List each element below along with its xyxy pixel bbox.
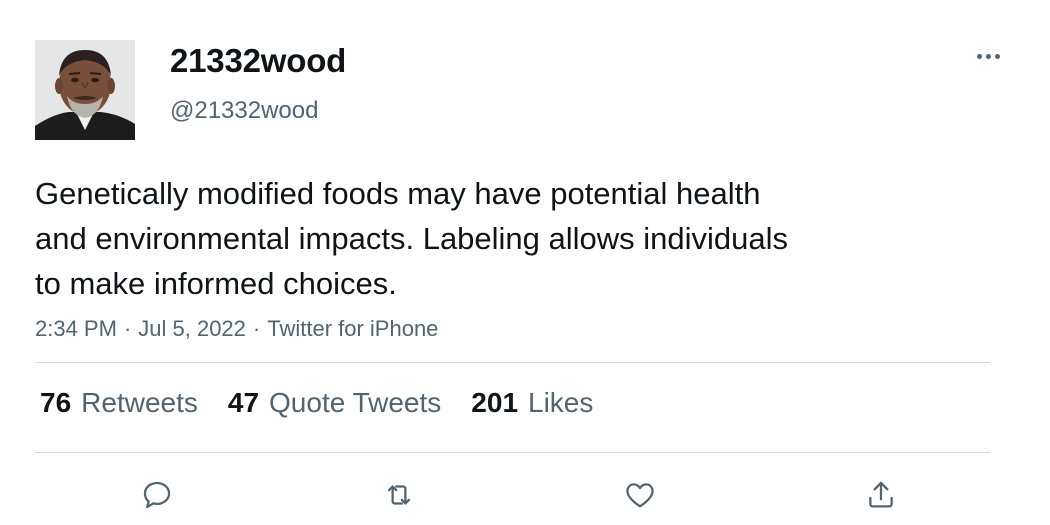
tweet-stats: 76 Retweets 47 Quote Tweets 201 Likes: [40, 387, 623, 421]
meta-separator: ·: [252, 316, 261, 341]
tweet-card: 21332wood @21332wood Genetically modifie…: [0, 0, 1050, 525]
reply-button[interactable]: [134, 472, 180, 518]
action-bar: [0, 472, 1050, 518]
tweet-date[interactable]: Jul 5, 2022: [138, 316, 246, 341]
share-icon: [869, 481, 893, 508]
quote-tweets-count: 47: [227, 387, 260, 418]
reply-icon: [143, 481, 171, 509]
user-handle[interactable]: @21332wood: [170, 97, 318, 125]
likes-label: Likes: [528, 387, 594, 418]
retweet-icon: [387, 485, 411, 505]
meta-separator: ·: [123, 316, 132, 341]
retweets-stat[interactable]: 76 Retweets: [40, 387, 198, 419]
tweet-meta: 2:34 PM · Jul 5, 2022 · Twitter for iPhone: [35, 316, 438, 342]
more-options-button[interactable]: [968, 40, 1008, 72]
avatar[interactable]: [35, 40, 135, 140]
tweet-source[interactable]: Twitter for iPhone: [267, 316, 438, 341]
divider: [35, 362, 990, 363]
more-horizontal-icon: [976, 53, 982, 59]
more-horizontal-icon-dot: [985, 53, 991, 59]
tweet-time[interactable]: 2:34 PM: [35, 316, 117, 341]
like-icon: [626, 483, 654, 508]
quote-tweets-stat[interactable]: 47 Quote Tweets: [228, 387, 441, 419]
quote-tweets-label: Quote Tweets: [269, 387, 442, 418]
likes-count: 201: [471, 387, 519, 418]
likes-stat[interactable]: 201 Likes: [471, 387, 593, 419]
more-horizontal-icon-dot: [994, 53, 1000, 59]
retweets-count: 76: [40, 387, 72, 418]
divider: [35, 452, 990, 453]
tweet-text: Genetically modified foods may have pote…: [35, 176, 789, 301]
like-button[interactable]: [617, 472, 663, 518]
avatar-photo: [35, 40, 135, 140]
share-button[interactable]: [858, 472, 904, 518]
retweets-label: Retweets: [81, 387, 198, 418]
retweet-button[interactable]: [376, 472, 422, 518]
display-name[interactable]: 21332wood: [170, 42, 346, 80]
